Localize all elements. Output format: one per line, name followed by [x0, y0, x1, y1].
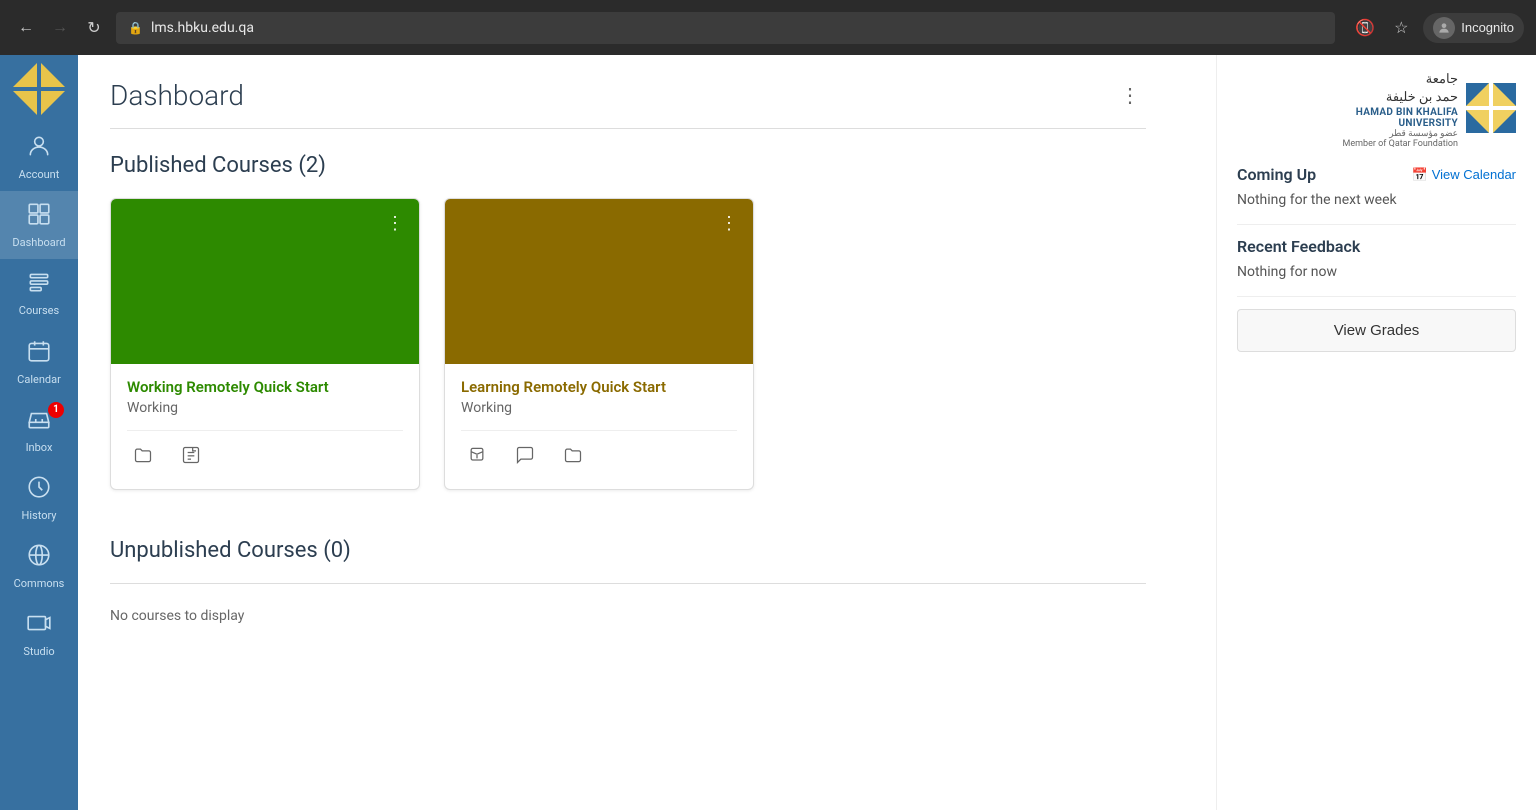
university-subtitle: عضو مؤسسة قطر Member of Qatar Foundation — [1343, 129, 1459, 149]
sidebar-item-courses[interactable]: Courses — [0, 259, 78, 327]
dashboard-icon — [26, 201, 52, 232]
university-name-english: HAMAD BIN KHALIFA UNIVERSITY — [1343, 107, 1459, 129]
sidebar-item-calendar[interactable]: Calendar — [0, 328, 78, 396]
calendar-small-icon: 📅 — [1412, 167, 1428, 183]
incognito-button[interactable]: Incognito — [1423, 13, 1524, 43]
calendar-icon — [26, 338, 52, 369]
sidebar-label-account: Account — [19, 168, 60, 181]
course-card-menu-2[interactable]: ⋮ — [715, 209, 743, 237]
sidebar-label-courses: Courses — [19, 304, 59, 317]
right-panel: جامعة حمد بن خليفة HAMAD BIN KHALIFA UNI… — [1216, 55, 1536, 810]
course-card-status-1: Working — [127, 400, 403, 416]
page-header: Dashboard ⋮ — [110, 79, 1146, 112]
sidebar-label-history: History — [22, 509, 57, 522]
browser-nav: ← → ↻ — [12, 14, 108, 42]
sidebar-item-inbox[interactable]: 1 Inbox — [0, 396, 78, 464]
courses-icon — [26, 269, 52, 300]
coming-up-section: Coming Up 📅 View Calendar Nothing for th… — [1237, 165, 1516, 208]
unpublished-divider — [110, 583, 1146, 584]
view-grades-button[interactable]: View Grades — [1237, 309, 1516, 352]
address-bar[interactable]: 🔒 lms.hbku.edu.qa — [116, 12, 1335, 44]
course-folder-button-1[interactable] — [127, 439, 159, 471]
recent-feedback-title: Recent Feedback — [1237, 237, 1516, 256]
header-divider — [110, 128, 1146, 129]
university-name-arabic: جامعة حمد بن خليفة — [1343, 71, 1459, 107]
history-icon — [26, 474, 52, 505]
course-announce-button-2[interactable] — [461, 439, 493, 471]
course-card-menu-1[interactable]: ⋮ — [381, 209, 409, 237]
avatar — [1433, 17, 1455, 39]
coming-up-header: Coming Up 📅 View Calendar — [1237, 165, 1516, 184]
course-card-image-2: ⋮ — [445, 199, 753, 364]
course-discuss-button-2[interactable] — [509, 439, 541, 471]
sidebar-label-inbox: Inbox — [26, 441, 53, 454]
url-text: lms.hbku.edu.qa — [151, 20, 254, 36]
course-card-actions-2 — [461, 430, 737, 475]
bookmark-icon[interactable]: ☆ — [1387, 14, 1415, 42]
reload-button[interactable]: ↻ — [80, 14, 108, 42]
sidebar-label-commons: Commons — [14, 577, 65, 590]
main-content: Dashboard ⋮ Published Courses (2) ⋮ Work… — [78, 55, 1216, 810]
account-icon — [26, 133, 52, 164]
view-calendar-label: View Calendar — [1432, 167, 1516, 182]
course-card-body-1: Working Remotely Quick Start Working — [111, 364, 419, 489]
course-folder-button-2[interactable] — [557, 439, 589, 471]
lock-icon: 🔒 — [128, 21, 143, 35]
coming-up-title: Coming Up — [1237, 165, 1316, 184]
unpublished-courses-title: Unpublished Courses (0) — [110, 538, 1146, 563]
browser-chrome: ← → ↻ 🔒 lms.hbku.edu.qa 📵 ☆ Incognito — [0, 0, 1536, 55]
commons-icon — [26, 542, 52, 573]
university-logo-icon — [1466, 83, 1516, 137]
inbox-badge: 1 — [48, 402, 64, 418]
sidebar-item-commons[interactable]: Commons — [0, 532, 78, 600]
course-card-status-2: Working — [461, 400, 737, 416]
sidebar-item-dashboard[interactable]: Dashboard — [0, 191, 78, 259]
panel-divider-1 — [1237, 224, 1516, 225]
back-button[interactable]: ← — [12, 14, 40, 42]
sidebar-logo[interactable] — [9, 59, 69, 119]
sidebar-item-studio[interactable]: Studio — [0, 600, 78, 668]
course-card-working-remotely: ⋮ Working Remotely Quick Start Working — [110, 198, 420, 490]
page-title: Dashboard — [110, 79, 244, 112]
no-courses-text: No courses to display — [110, 608, 1146, 624]
browser-actions: 📵 ☆ Incognito — [1351, 13, 1524, 43]
app-container: Account Dashboard Courses Calendar 1 — [0, 55, 1536, 810]
course-card-body-2: Learning Remotely Quick Start Working — [445, 364, 753, 489]
sidebar-label-calendar: Calendar — [17, 373, 61, 386]
course-edit-button-1[interactable] — [175, 439, 207, 471]
studio-icon — [26, 610, 52, 641]
university-logo-area: جامعة حمد بن خليفة HAMAD BIN KHALIFA UNI… — [1237, 71, 1516, 149]
courses-grid: ⋮ Working Remotely Quick Start Working — [110, 198, 1146, 490]
course-card-title-2[interactable]: Learning Remotely Quick Start — [461, 378, 737, 396]
panel-divider-2 — [1237, 296, 1516, 297]
sidebar-item-account[interactable]: Account — [0, 123, 78, 191]
published-courses-title: Published Courses (2) — [110, 153, 1146, 178]
nothing-now-text: Nothing for now — [1237, 264, 1516, 280]
forward-button[interactable]: → — [46, 14, 74, 42]
no-camera-icon[interactable]: 📵 — [1351, 14, 1379, 42]
sidebar: Account Dashboard Courses Calendar 1 — [0, 55, 78, 810]
sidebar-label-dashboard: Dashboard — [12, 236, 65, 249]
course-card-learning-remotely: ⋮ Learning Remotely Quick Start Working — [444, 198, 754, 490]
course-card-title-1[interactable]: Working Remotely Quick Start — [127, 378, 403, 396]
sidebar-item-history[interactable]: History — [0, 464, 78, 532]
university-name: جامعة حمد بن خليفة HAMAD BIN KHALIFA UNI… — [1343, 71, 1459, 149]
course-card-image-1: ⋮ — [111, 199, 419, 364]
page-menu-button[interactable]: ⋮ — [1114, 79, 1146, 111]
view-calendar-button[interactable]: 📅 View Calendar — [1412, 167, 1517, 183]
course-card-actions-1 — [127, 430, 403, 475]
incognito-label: Incognito — [1461, 20, 1514, 35]
nothing-next-week-text: Nothing for the next week — [1237, 192, 1516, 208]
sidebar-label-studio: Studio — [23, 645, 54, 658]
university-logo: جامعة حمد بن خليفة HAMAD BIN KHALIFA UNI… — [1343, 71, 1517, 149]
